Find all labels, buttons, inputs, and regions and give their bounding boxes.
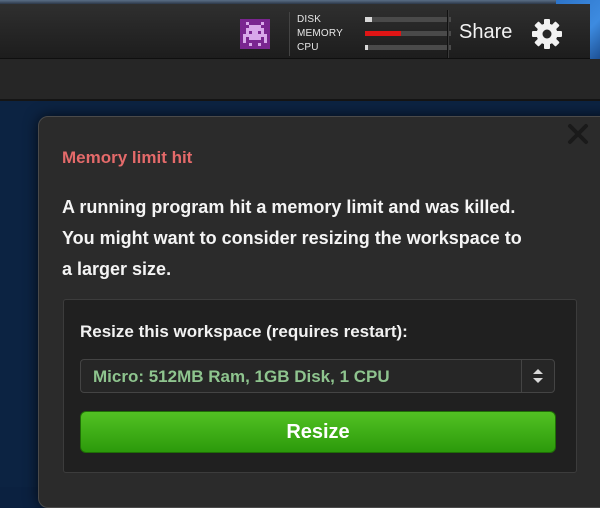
select-value: Micro: 512MB Ram, 1GB Disk, 1 CPU [93,367,390,386]
meter-label: MEMORY [297,28,344,39]
gear-icon[interactable] [531,18,563,50]
close-icon[interactable] [566,122,590,146]
meter-fill [365,45,368,50]
workspace-size-select[interactable]: Micro: 512MB Ram, 1GB Disk, 1 CPU [80,359,555,393]
dialog-title: Memory limit hit [62,148,193,167]
meter-track [365,45,451,50]
up-down-arrows-icon [521,360,543,392]
pixel-invader-icon[interactable] [240,19,270,49]
toolbar-divider [447,10,448,58]
meter-label: DISK [297,14,322,25]
share-button[interactable]: Share [459,19,512,45]
dialog-message: A running program hit a memory limit and… [62,197,522,279]
meter-fill [365,17,372,22]
meter-fill [365,31,402,36]
meter-track [365,31,451,36]
meter-track [365,17,451,22]
meter-label: CPU [297,42,319,53]
resize-label: Resize this workspace (requires restart)… [80,322,408,341]
secondary-toolbar [0,59,600,101]
resource-meters: DISK MEMORY CPU [289,12,451,56]
resize-button[interactable]: Resize [80,411,556,453]
